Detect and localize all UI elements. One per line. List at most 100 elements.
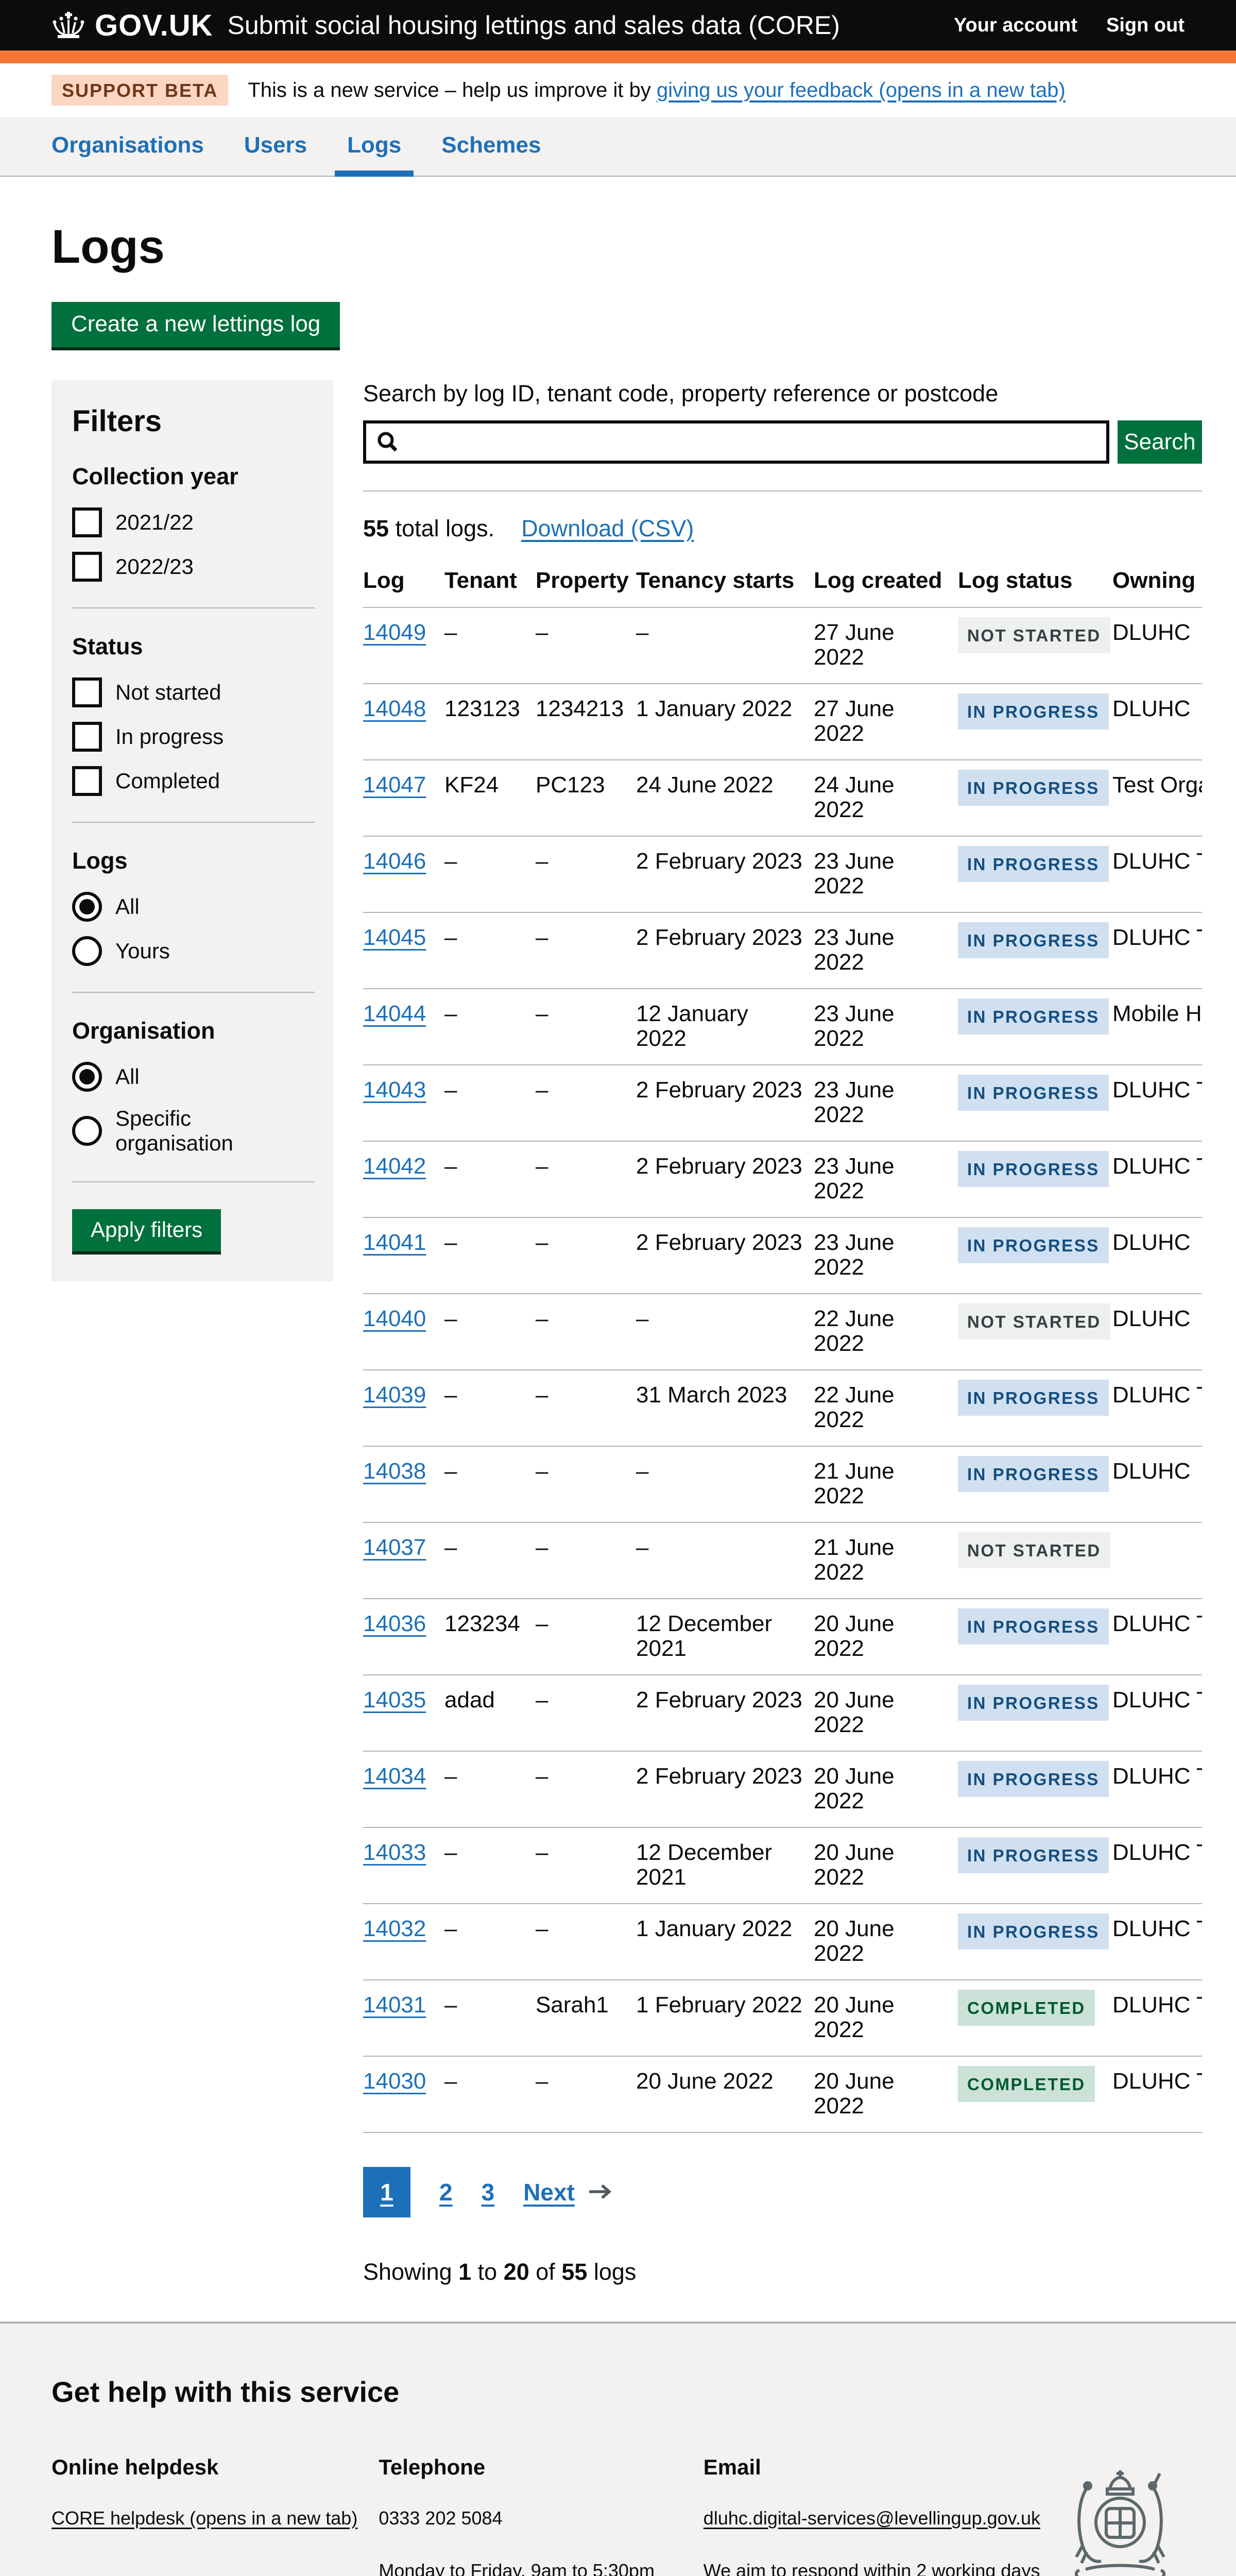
feedback-link[interactable]: giving us your feedback (opens in a new … xyxy=(657,79,1066,101)
column-header-log-status: Log status xyxy=(958,561,1112,607)
log-link-14034[interactable]: 14034 xyxy=(363,1764,426,1789)
log-link-14031[interactable]: 14031 xyxy=(363,1992,426,2018)
status-badge: COMPLETED xyxy=(958,2066,1095,2102)
cell-log: 14040 xyxy=(363,1294,444,1370)
primary-nav: Organisations Users Logs Schemes xyxy=(0,117,1236,177)
cell-property: PC123 xyxy=(536,760,636,836)
cell-log: 14034 xyxy=(363,1751,444,1827)
radio-specific-organisation[interactable] xyxy=(72,1116,102,1146)
tab-users: Users xyxy=(244,117,307,176)
radio-yours[interactable] xyxy=(72,936,102,966)
cell-property: – xyxy=(536,1599,636,1675)
pagination-page-current[interactable]: 1 xyxy=(363,2167,410,2217)
radio-all[interactable] xyxy=(72,1062,102,1092)
cell-log_created: 20 June 2022 xyxy=(814,1599,958,1675)
govuk-logo[interactable]: GOV.UK xyxy=(52,8,213,43)
filter-option-status-not-started: Not started xyxy=(72,677,315,707)
cell-tenancy_starts: 12 December 2021 xyxy=(636,1599,814,1675)
checkbox-2021-22[interactable] xyxy=(72,507,102,537)
primary-nav-list: Organisations Users Logs Schemes xyxy=(52,117,1184,176)
log-link-14038[interactable]: 14038 xyxy=(363,1459,426,1484)
log-link-14043[interactable]: 14043 xyxy=(363,1077,426,1103)
cell-tenancy_starts: 2 February 2023 xyxy=(636,1675,814,1751)
log-link-14030[interactable]: 14030 xyxy=(363,2069,426,2094)
checkbox-completed[interactable] xyxy=(72,766,102,796)
status-badge: IN PROGRESS xyxy=(958,1608,1109,1645)
log-link-14047[interactable]: 14047 xyxy=(363,772,426,798)
cell-property: – xyxy=(536,1904,636,1980)
tab-label-schemes[interactable]: Schemes xyxy=(441,132,541,158)
service-name[interactable]: Submit social housing lettings and sales… xyxy=(227,10,839,40)
cell-status: IN PROGRESS xyxy=(958,912,1112,989)
table-row: 14044––12 January 202223 June 2022IN PRO… xyxy=(363,989,1202,1065)
your-account-link[interactable]: Your account xyxy=(954,14,1077,37)
cell-tenant: – xyxy=(444,1980,536,2056)
pagination-page-2[interactable]: 2 xyxy=(439,2178,453,2206)
showing-to: 20 xyxy=(504,2259,529,2285)
log-link-14040[interactable]: 14040 xyxy=(363,1306,426,1331)
cell-owning-organisation: DLUHC Test xyxy=(1112,1675,1202,1751)
tab-label-users[interactable]: Users xyxy=(244,132,307,158)
log-link-14041[interactable]: 14041 xyxy=(363,1230,426,1255)
pagination-next[interactable]: Next xyxy=(523,2178,612,2206)
create-lettings-log-button[interactable]: Create a new lettings log xyxy=(52,302,340,347)
footer-telephone-column: Telephone 0333 202 5084 Monday to Friday… xyxy=(379,2455,703,2576)
core-helpdesk-link[interactable]: CORE helpdesk (opens in a new tab) xyxy=(52,2507,357,2529)
cell-tenancy_starts: 1 January 2022 xyxy=(636,684,814,760)
govuk-footer: Get help with this service Online helpde… xyxy=(0,2321,1236,2576)
tab-label-logs[interactable]: Logs xyxy=(347,132,401,158)
cell-status: IN PROGRESS xyxy=(958,1751,1112,1827)
log-link-14048[interactable]: 14048 xyxy=(363,696,426,721)
cell-log_created: 20 June 2022 xyxy=(814,2056,958,2132)
radio-all[interactable] xyxy=(72,892,102,922)
log-link-14036[interactable]: 14036 xyxy=(363,1611,426,1636)
search-button[interactable]: Search xyxy=(1118,420,1202,464)
filter-group-label: Logs xyxy=(72,848,315,874)
log-link-14033[interactable]: 14033 xyxy=(363,1840,426,1865)
checkbox-in-progress[interactable] xyxy=(72,722,102,752)
pagination-page-3[interactable]: 3 xyxy=(482,2178,495,2206)
option-label: Completed xyxy=(115,769,220,793)
cell-tenant: – xyxy=(444,836,536,912)
log-link-14042[interactable]: 14042 xyxy=(363,1154,426,1179)
log-link-14037[interactable]: 14037 xyxy=(363,1535,426,1560)
cell-status: IN PROGRESS xyxy=(958,684,1112,760)
log-link-14044[interactable]: 14044 xyxy=(363,1001,426,1026)
cell-log_created: 22 June 2022 xyxy=(814,1294,958,1370)
cell-property: – xyxy=(536,1522,636,1599)
status-badge: IN PROGRESS xyxy=(958,1837,1109,1873)
email-link[interactable]: dluhc.digital-services@levellingup.gov.u… xyxy=(703,2507,1040,2529)
cell-log_created: 23 June 2022 xyxy=(814,912,958,989)
apply-filters-button[interactable]: Apply filters xyxy=(72,1209,221,1251)
filter-group-organisation: OrganisationAllSpecific organisation xyxy=(72,1018,315,1156)
cell-tenancy_starts: 2 February 2023 xyxy=(636,912,814,989)
log-link-14039[interactable]: 14039 xyxy=(363,1382,426,1408)
log-link-14049[interactable]: 14049 xyxy=(363,620,426,645)
log-link-14035[interactable]: 14035 xyxy=(363,1687,426,1713)
cell-owning-organisation xyxy=(1112,1522,1202,1599)
cell-property: – xyxy=(536,1217,636,1294)
option-label: 2021/22 xyxy=(115,510,194,535)
tab-label-organisations[interactable]: Organisations xyxy=(52,132,204,158)
status-badge: IN PROGRESS xyxy=(958,770,1109,806)
log-link-14046[interactable]: 14046 xyxy=(363,849,426,874)
pagination-next-label[interactable]: Next xyxy=(523,2178,575,2206)
cell-status: IN PROGRESS xyxy=(958,1141,1112,1217)
cell-log: 14030 xyxy=(363,2056,444,2132)
cell-property: – xyxy=(536,1370,636,1446)
sign-out-link[interactable]: Sign out xyxy=(1106,14,1184,37)
cell-owning-organisation: DLUHC Test xyxy=(1112,1751,1202,1827)
cell-log_created: 21 June 2022 xyxy=(814,1522,958,1599)
checkbox-not-started[interactable] xyxy=(72,677,102,707)
log-link-14045[interactable]: 14045 xyxy=(363,925,426,950)
cell-status: IN PROGRESS xyxy=(958,1065,1112,1141)
cell-log: 14047 xyxy=(363,760,444,836)
log-link-14032[interactable]: 14032 xyxy=(363,1916,426,1941)
search-input[interactable] xyxy=(363,420,1109,464)
option-label: Yours xyxy=(115,939,170,963)
download-csv-link[interactable]: Download (CSV) xyxy=(521,515,694,542)
telephone-hours: Monday to Friday, 9am to 5:30pm xyxy=(379,2557,703,2576)
checkbox-2022-23[interactable] xyxy=(72,552,102,582)
showing-prefix: Showing xyxy=(363,2259,458,2285)
filter-group-status: StatusNot startedIn progressCompleted xyxy=(72,633,315,796)
